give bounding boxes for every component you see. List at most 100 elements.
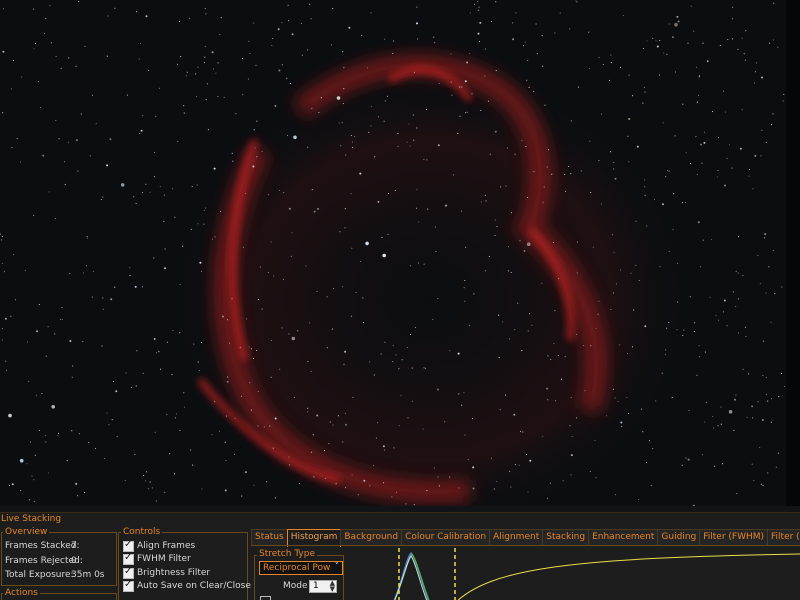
star xyxy=(338,122,340,124)
star xyxy=(85,265,88,267)
star xyxy=(288,207,291,210)
star xyxy=(350,315,352,317)
star xyxy=(19,161,22,163)
star xyxy=(527,330,529,332)
star xyxy=(702,239,704,241)
star xyxy=(696,374,698,376)
star xyxy=(145,183,147,185)
star xyxy=(114,7,116,9)
star xyxy=(668,170,670,172)
spin-down-icon[interactable]: ▼ xyxy=(330,585,335,593)
star xyxy=(309,322,311,324)
star xyxy=(257,299,259,301)
star xyxy=(763,237,765,239)
star xyxy=(767,472,769,474)
star xyxy=(59,318,62,320)
star xyxy=(592,246,594,248)
tab-guiding[interactable]: Guiding xyxy=(657,529,701,546)
star xyxy=(269,425,271,427)
star xyxy=(2,50,5,53)
fwhm-filter-checkbox[interactable] xyxy=(123,552,134,565)
star xyxy=(249,382,251,384)
extra-option-checkbox[interactable] xyxy=(260,596,271,600)
star xyxy=(249,52,251,55)
tab-filter-brightness[interactable]: Filter (Brightness) xyxy=(767,529,800,546)
tab-background[interactable]: Background xyxy=(340,529,403,546)
image-view-scrollbar[interactable] xyxy=(786,0,800,511)
star xyxy=(635,264,637,266)
star xyxy=(693,330,695,333)
star xyxy=(344,227,346,229)
align-frames-checkbox[interactable] xyxy=(123,539,134,552)
star xyxy=(384,449,386,451)
star xyxy=(28,380,30,382)
star xyxy=(307,49,309,51)
tab-filter-fwhm[interactable]: Filter (FWHM) xyxy=(699,529,769,546)
star xyxy=(768,42,770,44)
stacked-image-view[interactable] xyxy=(0,0,786,511)
star xyxy=(242,58,244,60)
star xyxy=(602,63,604,66)
tab-enhancement[interactable]: Enhancement xyxy=(588,529,659,546)
star xyxy=(644,194,646,196)
star xyxy=(20,490,22,492)
star xyxy=(529,459,532,462)
star xyxy=(213,167,216,170)
star xyxy=(471,417,474,420)
star xyxy=(310,18,312,20)
star xyxy=(177,140,179,142)
star xyxy=(695,136,697,138)
star xyxy=(713,427,715,429)
star xyxy=(411,367,413,369)
star xyxy=(180,56,182,58)
brightness-filter-checkbox[interactable] xyxy=(123,566,134,579)
star xyxy=(102,297,104,299)
star xyxy=(58,432,60,434)
star xyxy=(211,238,213,240)
chevron-down-icon: ˅ xyxy=(334,562,340,572)
star xyxy=(665,349,667,351)
star xyxy=(8,413,12,418)
auto-save-checkbox[interactable] xyxy=(123,579,134,592)
star xyxy=(547,355,549,357)
star xyxy=(190,228,192,230)
star xyxy=(204,45,206,48)
star xyxy=(719,44,721,47)
star xyxy=(466,61,469,64)
star xyxy=(557,354,559,357)
tab-colour-calibration[interactable]: Colour Calibration xyxy=(401,529,491,546)
star xyxy=(250,348,252,350)
star xyxy=(643,86,645,88)
star xyxy=(464,279,466,282)
star xyxy=(228,342,231,344)
mode-label: Mode xyxy=(283,581,308,591)
stretch-type-select[interactable]: Reciprocal Pow ˅ xyxy=(259,561,343,575)
star xyxy=(77,170,79,172)
star xyxy=(71,430,73,432)
tab-alignment[interactable]: Alignment xyxy=(489,529,544,546)
star xyxy=(580,170,582,172)
star xyxy=(438,485,440,487)
star xyxy=(663,52,665,54)
star xyxy=(313,210,316,213)
star xyxy=(106,412,108,414)
star xyxy=(240,395,243,397)
star xyxy=(136,350,138,352)
histogram-plot[interactable] xyxy=(351,548,800,600)
star xyxy=(753,480,755,482)
star xyxy=(398,425,400,427)
star xyxy=(64,183,66,185)
star xyxy=(282,278,284,280)
star xyxy=(159,186,161,188)
star xyxy=(506,147,509,149)
star xyxy=(507,246,510,248)
tab-stacking[interactable]: Stacking xyxy=(542,529,590,546)
tab-status[interactable]: Status xyxy=(251,529,288,546)
star xyxy=(514,153,516,155)
star xyxy=(138,58,140,60)
star xyxy=(434,42,436,44)
star xyxy=(551,173,553,175)
star xyxy=(444,421,446,423)
star xyxy=(311,189,313,191)
mode-stepper[interactable]: 1 ▲ ▼ xyxy=(309,579,337,593)
